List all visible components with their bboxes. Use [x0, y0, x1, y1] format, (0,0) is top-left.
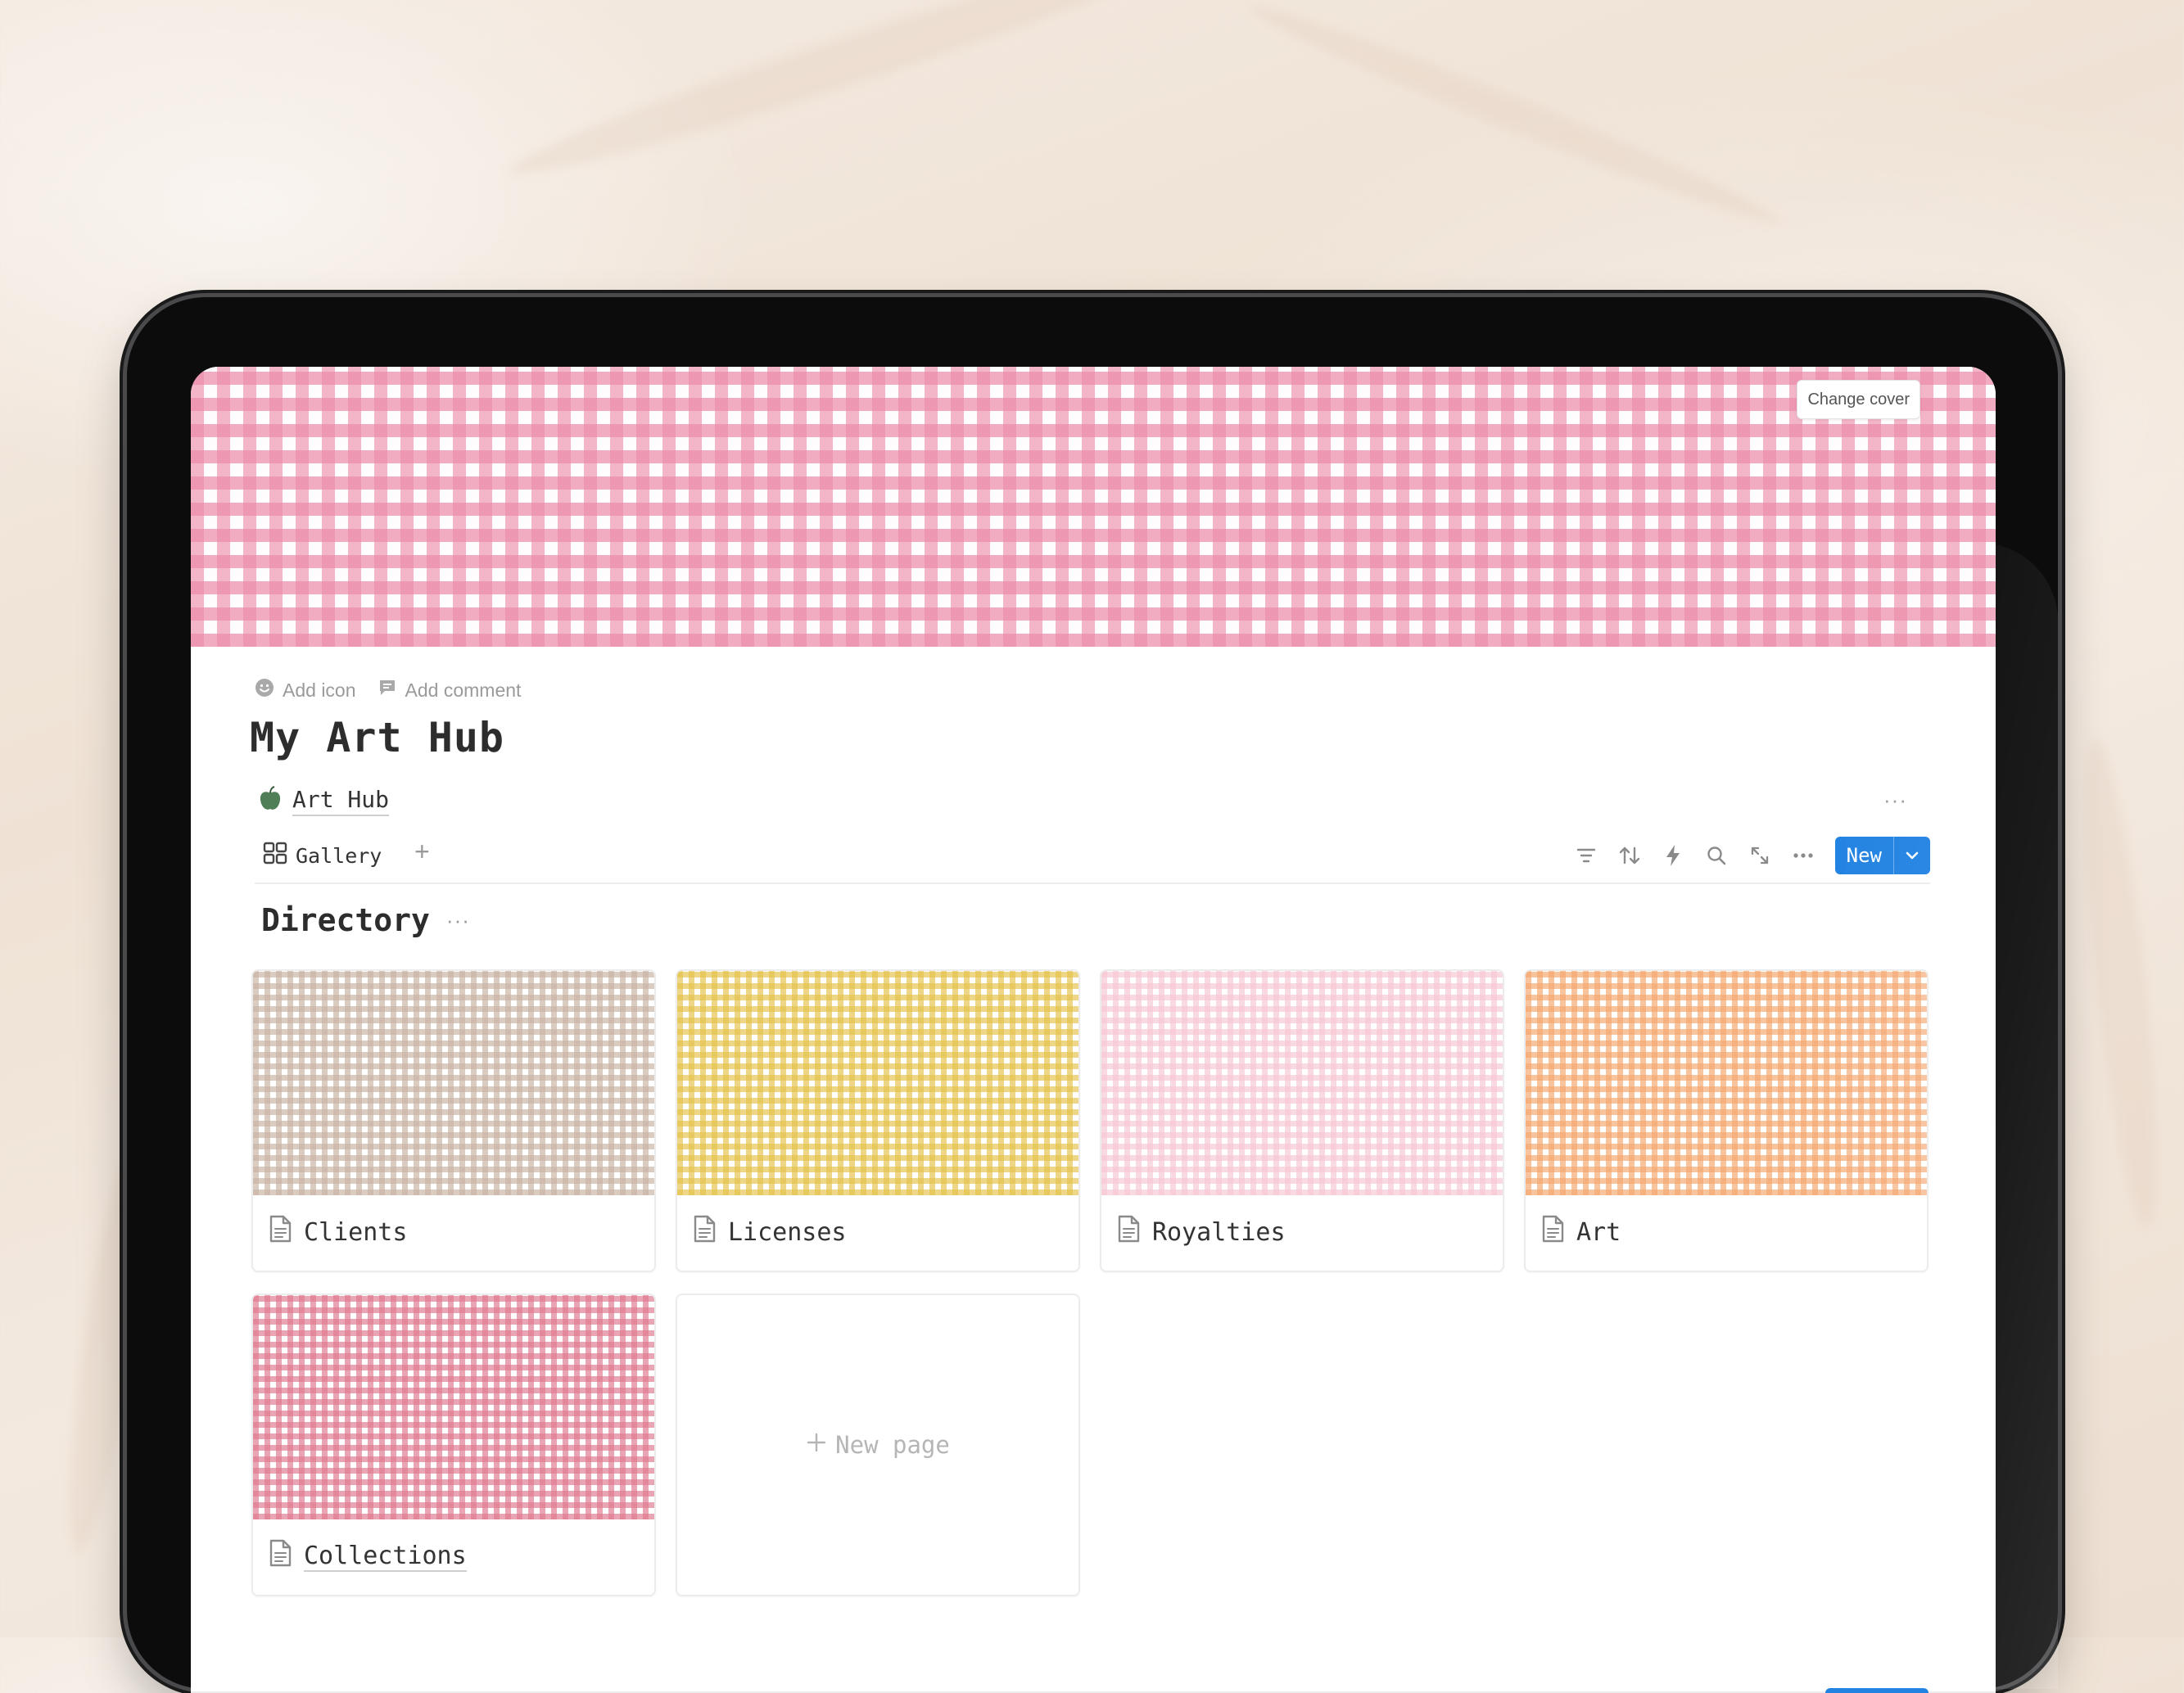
- page-title[interactable]: My Art Hub: [250, 714, 504, 761]
- page-icon: [1540, 1215, 1565, 1249]
- add-view-button[interactable]: +: [414, 837, 430, 867]
- change-cover-button[interactable]: Change cover: [1797, 380, 1920, 419]
- gallery-card-collections[interactable]: Collections: [251, 1293, 656, 1596]
- card-cover-image: [1526, 971, 1927, 1195]
- card-title: Royalties: [1116, 1215, 1286, 1249]
- new-page-button[interactable]: New page: [677, 1295, 1078, 1595]
- database-link[interactable]: Art Hub: [258, 786, 390, 816]
- card-cover-image: [253, 1295, 654, 1519]
- gallery-card-clients[interactable]: Clients: [251, 969, 656, 1272]
- add-icon-button[interactable]: Add icon: [255, 678, 356, 702]
- chevron-down-icon[interactable]: [1893, 837, 1930, 874]
- card-title-label: Royalties: [1152, 1217, 1286, 1247]
- database-more-button[interactable]: ···: [1883, 788, 1907, 813]
- new-page-card[interactable]: New page: [676, 1293, 1080, 1596]
- comment-icon: [378, 678, 397, 702]
- more-options-icon[interactable]: [1788, 841, 1818, 870]
- gallery-icon: [263, 842, 287, 869]
- card-title: Art: [1540, 1215, 1621, 1249]
- smiley-icon: [255, 678, 274, 702]
- page-icon: [268, 1539, 292, 1573]
- gallery-card-licenses[interactable]: Licenses: [676, 969, 1080, 1272]
- page-icon: [268, 1215, 292, 1249]
- card-cover-image: [253, 971, 654, 1195]
- tab-gallery-label: Gallery: [296, 843, 382, 868]
- tablet-frame: Change cover Add icon Add comment My Art: [127, 297, 2058, 1693]
- card-cover-image: [677, 971, 1078, 1195]
- section-header: Directory ···: [261, 902, 470, 938]
- database-link-label: Art Hub: [292, 786, 390, 816]
- new-page-label: New page: [835, 1431, 950, 1459]
- plus-icon: [806, 1431, 827, 1459]
- database-toolbar: New: [1571, 837, 1930, 874]
- gallery-card-royalties[interactable]: Royalties: [1100, 969, 1504, 1272]
- page-cover: Change cover: [191, 367, 1996, 647]
- sort-icon[interactable]: [1615, 841, 1644, 870]
- card-title-label: Licenses: [728, 1217, 847, 1247]
- gallery-card-art[interactable]: Art: [1524, 969, 1929, 1272]
- apple-icon: [258, 786, 283, 816]
- new-button-label[interactable]: New: [1835, 837, 1893, 874]
- search-icon[interactable]: [1702, 841, 1731, 870]
- card-title-label: Art: [1576, 1217, 1621, 1247]
- card-title: Clients: [268, 1215, 407, 1249]
- add-comment-label: Add comment: [405, 679, 522, 701]
- page-icon: [692, 1215, 717, 1249]
- expand-icon[interactable]: [1745, 841, 1775, 870]
- add-comment-button[interactable]: Add comment: [378, 678, 522, 702]
- lightning-icon[interactable]: [1658, 841, 1688, 870]
- view-bar: Gallery + New: [255, 837, 1930, 884]
- partial-button[interactable]: [1825, 1688, 1929, 1693]
- section-title[interactable]: Directory: [261, 902, 430, 938]
- add-icon-label: Add icon: [283, 679, 356, 701]
- card-title-label: Collections: [304, 1541, 467, 1572]
- section-more-button[interactable]: ···: [446, 908, 470, 933]
- card-title: Collections: [268, 1539, 467, 1573]
- card-cover-image: [1101, 971, 1503, 1195]
- page-icon: [1116, 1215, 1141, 1249]
- card-title: Licenses: [692, 1215, 847, 1249]
- page-actions: Add icon Add comment: [255, 678, 521, 702]
- filter-icon[interactable]: [1571, 841, 1601, 870]
- page-body: Add icon Add comment My Art Hub Art Hub …: [191, 647, 1996, 1693]
- new-button[interactable]: New: [1834, 837, 1930, 874]
- card-title-label: Clients: [304, 1217, 408, 1247]
- tab-gallery[interactable]: Gallery: [263, 842, 382, 869]
- notion-page: Change cover Add icon Add comment My Art: [191, 367, 1996, 1693]
